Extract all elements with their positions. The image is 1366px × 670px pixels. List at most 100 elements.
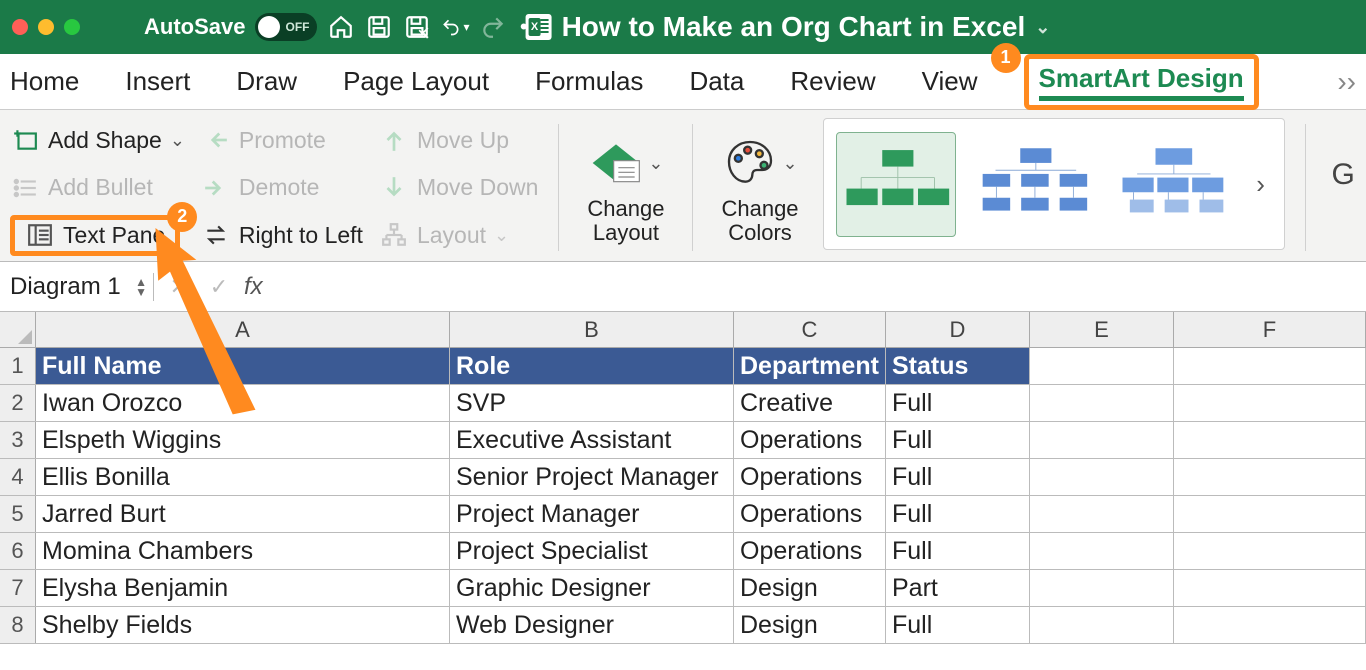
cell[interactable]: Ellis Bonilla (36, 459, 450, 495)
row-header[interactable]: 6 (0, 533, 36, 569)
tab-data[interactable]: Data (689, 66, 744, 97)
select-all-corner[interactable] (0, 312, 36, 347)
add-shape-button[interactable]: Add Shape ⌄ (10, 118, 185, 162)
cell[interactable]: Shelby Fields (36, 607, 450, 643)
enter-icon[interactable]: ✓ (204, 274, 234, 300)
minimize-icon[interactable] (38, 19, 54, 35)
row-header[interactable]: 2 (0, 385, 36, 421)
cell[interactable] (1030, 348, 1174, 384)
cell[interactable]: Iwan Orozco (36, 385, 450, 421)
cell[interactable]: Operations (734, 496, 886, 532)
cell[interactable]: Executive Assistant (450, 422, 734, 458)
col-header-D[interactable]: D (886, 312, 1030, 347)
cell[interactable] (1030, 607, 1174, 643)
col-header-A[interactable]: A (36, 312, 450, 347)
save-icon[interactable] (365, 13, 393, 41)
cell[interactable]: Full (886, 607, 1030, 643)
row-header[interactable]: 7 (0, 570, 36, 606)
cell[interactable] (1174, 570, 1366, 606)
tab-view[interactable]: View (922, 66, 978, 97)
tab-insert[interactable]: Insert (125, 66, 190, 97)
row-header[interactable]: 8 (0, 607, 36, 643)
document-title[interactable]: How to Make an Org Chart in Excel ⌄ (526, 11, 1051, 43)
cell[interactable]: Design (734, 607, 886, 643)
row-header[interactable]: 1 (0, 348, 36, 384)
col-header-E[interactable]: E (1030, 312, 1174, 347)
layout-thumb-1[interactable] (836, 132, 956, 237)
cell[interactable]: Department (734, 348, 886, 384)
cell[interactable] (1174, 459, 1366, 495)
cell[interactable]: Jarred Burt (36, 496, 450, 532)
col-header-C[interactable]: C (734, 312, 886, 347)
cell[interactable] (1174, 607, 1366, 643)
cell[interactable]: Full (886, 459, 1030, 495)
cancel-icon[interactable]: ✕ (164, 274, 194, 300)
cell[interactable]: Full (886, 496, 1030, 532)
cell[interactable]: SVP (450, 385, 734, 421)
cell[interactable]: Full (886, 422, 1030, 458)
col-header-B[interactable]: B (450, 312, 734, 347)
name-box-stepper[interactable]: ▲▼ (135, 277, 147, 297)
name-box[interactable]: Diagram 1 ▲▼ (4, 273, 154, 301)
cell[interactable]: Operations (734, 533, 886, 569)
cell[interactable] (1030, 533, 1174, 569)
row-header[interactable]: 5 (0, 496, 36, 532)
cell[interactable] (1030, 385, 1174, 421)
chevron-down-icon[interactable]: ⌄ (648, 153, 663, 174)
cell[interactable]: Web Designer (450, 607, 734, 643)
cell[interactable] (1030, 459, 1174, 495)
cell[interactable]: Full (886, 533, 1030, 569)
col-header-F[interactable]: F (1174, 312, 1366, 347)
cell[interactable] (1174, 533, 1366, 569)
zoom-icon[interactable] (64, 19, 80, 35)
cell[interactable]: Operations (734, 422, 886, 458)
formula-input[interactable] (273, 274, 1362, 300)
cell[interactable]: Status (886, 348, 1030, 384)
cell[interactable]: Full Name (36, 348, 450, 384)
cell[interactable]: Creative (734, 385, 886, 421)
change-colors-button[interactable]: ⌄ ChangeColors (713, 118, 806, 257)
cell[interactable] (1030, 422, 1174, 458)
tab-formulas[interactable]: Formulas (535, 66, 643, 97)
tab-review[interactable]: Review (790, 66, 875, 97)
redo-icon[interactable] (479, 13, 507, 41)
cell[interactable]: Graphic Designer (450, 570, 734, 606)
text-pane-button[interactable]: 2 Text Pane (10, 215, 180, 256)
cell[interactable]: Design (734, 570, 886, 606)
tabs-overflow-icon[interactable]: ›› (1337, 66, 1356, 98)
chevron-down-icon[interactable]: ⌄ (782, 153, 797, 174)
change-layout-button[interactable]: ⌄ ChangeLayout (579, 118, 672, 257)
cell[interactable] (1174, 385, 1366, 421)
close-icon[interactable] (12, 19, 28, 35)
tab-smartart-design[interactable]: SmartArt Design (1039, 63, 1244, 101)
cell[interactable] (1030, 496, 1174, 532)
cell[interactable]: Role (450, 348, 734, 384)
chevron-down-icon[interactable]: ⌄ (1035, 17, 1050, 38)
toggle-switch[interactable]: OFF (255, 13, 317, 41)
tab-page-layout[interactable]: Page Layout (343, 66, 489, 97)
layout-thumb-2[interactable] (974, 132, 1094, 237)
chevron-down-icon[interactable]: ⌄ (170, 130, 185, 151)
row-header[interactable]: 4 (0, 459, 36, 495)
tab-draw[interactable]: Draw (236, 66, 297, 97)
cell[interactable]: Elysha Benjamin (36, 570, 450, 606)
cell[interactable]: Senior Project Manager (450, 459, 734, 495)
fx-label[interactable]: fx (244, 273, 263, 301)
gallery-next-icon[interactable]: › (1250, 169, 1272, 200)
cell[interactable] (1174, 348, 1366, 384)
cell[interactable] (1174, 496, 1366, 532)
save-as-icon[interactable] (403, 13, 431, 41)
cell[interactable]: Elspeth Wiggins (36, 422, 450, 458)
home-icon[interactable] (327, 13, 355, 41)
cell[interactable]: Operations (734, 459, 886, 495)
cell[interactable]: Part (886, 570, 1030, 606)
cell[interactable]: Project Manager (450, 496, 734, 532)
cell[interactable] (1030, 570, 1174, 606)
autosave-toggle[interactable]: AutoSave OFF (144, 13, 317, 41)
cell[interactable]: Project Specialist (450, 533, 734, 569)
cell[interactable]: Full (886, 385, 1030, 421)
row-header[interactable]: 3 (0, 422, 36, 458)
cell[interactable] (1174, 422, 1366, 458)
cell[interactable]: Momina Chambers (36, 533, 450, 569)
undo-icon[interactable]: ▾ (441, 13, 469, 41)
